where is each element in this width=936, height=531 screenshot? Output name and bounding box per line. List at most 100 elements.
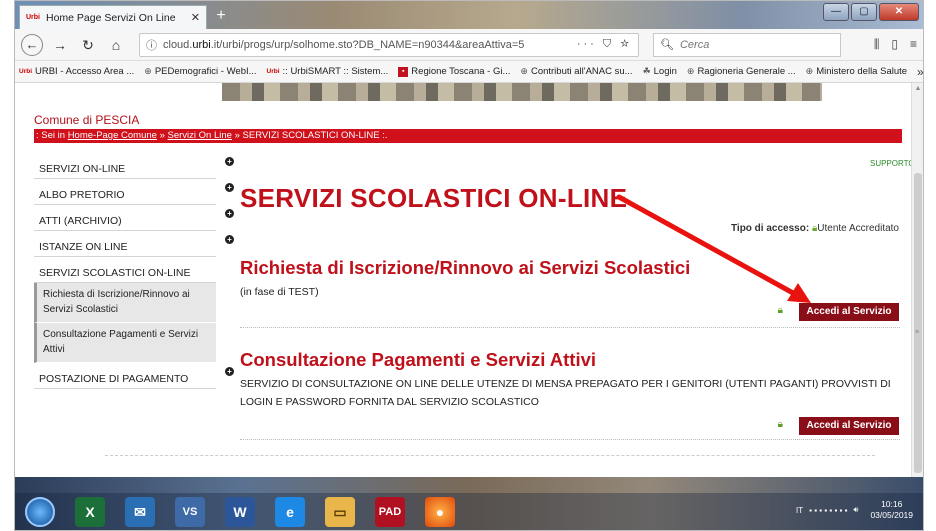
town-banner-image [222,83,822,101]
globe-icon: ⊕ [805,66,814,76]
search-icon: 🔍︎ [660,39,674,51]
internet-explorer-icon[interactable]: e [275,497,305,527]
access-type: Tipo di accesso: 🔒︎Utente Accreditato [730,223,899,234]
forward-button[interactable]: → [49,34,71,56]
login-icon: ☘ [642,66,651,76]
expand-icon[interactable]: + [225,235,234,244]
visual-studio-icon[interactable]: VS [175,497,205,527]
sidebar-item-servizi-on-line[interactable]: SERVIZI ON-LINE + [34,153,234,179]
volume-icon[interactable]: 🔊︎ [853,505,858,515]
page-scrollbar[interactable]: ▲ ≡ [911,83,923,477]
navigation-bar: ← → ↻ ⌂ ⓘ cloud.urbi.it/urbi/progs/urp/s… [15,29,923,61]
page-viewport: Comune di PESCIA : Sei in Home-Page Comu… [15,83,913,477]
sidebar-subitem-richiesta-iscrizione[interactable]: Richiesta di Iscrizione/Rinnovo ai Servi… [34,283,216,323]
reload-button[interactable]: ↻ [77,34,99,56]
excel-icon[interactable]: X [75,497,105,527]
site-info-icon[interactable]: ⓘ [146,37,157,53]
minimize-button[interactable]: — [823,3,849,21]
bookmark-urbi[interactable]: Urbi URBI - Accesso Area ... [19,66,134,77]
close-window-button[interactable]: ✕ [879,3,919,21]
scroll-up-icon[interactable]: ▲ [912,85,923,92]
pad-app-icon[interactable]: PAD [375,497,405,527]
toolbar-icons: ⫼ ▯ ≡ [874,37,917,52]
bookmark-anac[interactable]: ⊕ Contributi all'ANAC su... [520,66,632,77]
urbi-logo-icon: Urbi [19,68,32,75]
breadcrumb-servizi-link[interactable]: Servizi On Line [168,130,232,141]
globe-icon: ⊕ [686,66,695,76]
regione-toscana-icon: ▪ [398,66,409,77]
bookmark-regione-toscana[interactable]: ▪ Regione Toscana - Gi... [398,66,510,77]
sidebar-item-postazione-pagamento[interactable]: POSTAZIONE DI PAGAMENTO + [34,363,234,389]
sidebar-item-servizi-scolastici[interactable]: SERVIZI SCOLASTICI ON-LINE [34,257,216,283]
service-description-richiesta: (in fase di TEST) [240,286,319,298]
sidebar-item-atti-archivio[interactable]: ATTI (ARCHIVIO) + [34,205,234,231]
browser-tab[interactable]: Urbi Home Page Servizi On Line ✕ [19,5,207,29]
expand-icon[interactable]: + [225,367,234,376]
sidebar-subitem-consultazione-pagamenti[interactable]: Consultazione Pagamenti e Servizi Attivi [34,323,216,363]
bookmark-urbismart[interactable]: Urbi:: UrbiSMART :: Sistem... [267,66,389,77]
home-button[interactable]: ⌂ [105,34,127,56]
new-tab-button[interactable]: + [211,6,231,26]
expand-icon[interactable]: + [225,209,234,218]
service-description-consultazione: SERVIZIO DI CONSULTAZIONE ON LINE DELLE … [240,378,891,408]
file-explorer-icon[interactable]: ▭ [325,497,355,527]
lock-icon: 🔒︎ [777,419,783,430]
more-bookmarks-icon[interactable]: » [917,65,923,79]
firefox-icon[interactable]: ● [425,497,455,527]
menu-icon[interactable]: ≡ [910,37,917,52]
sidebar-item-istanze-on-line[interactable]: ISTANZE ON LINE + [34,231,234,257]
sidebar-item-albo-pretorio[interactable]: ALBO PRETORIO + [34,179,234,205]
scrollbar-grip-icon: ≡ [915,329,920,336]
service-title-consultazione[interactable]: Consultazione Pagamenti e Servizi Attivi [240,349,596,371]
breadcrumb: : Sei in Home-Page Comune » Servizi On L… [34,129,902,143]
maximize-button[interactable]: ▢ [851,3,877,21]
taskbar-strip: X ✉ VS W e ▭ PAD ● [15,493,923,530]
url-bar[interactable]: ⓘ cloud.urbi.it/urbi/progs/urp/solhome.s… [139,32,639,57]
expand-icon[interactable]: + [225,183,234,192]
search-placeholder: Cerca [679,38,710,51]
tray-icons[interactable]: ▪ ▪ ▪ ▪ ▪ ▪ ▪ ▪ [809,506,847,515]
globe-icon: ⊕ [520,66,528,76]
breadcrumb-home-link[interactable]: Home-Page Comune [68,130,157,141]
accedi-servizio-button[interactable]: Accedi al Servizio [799,303,899,321]
tab-bar: Urbi Home Page Servizi On Line ✕ + — ▢ ✕ [15,1,923,29]
library-icon[interactable]: ⫼ [874,37,880,52]
lock-icon: 🔒︎ [777,305,783,316]
bookmark-pedemografici[interactable]: ⊕ PEDemografici - WebI... [144,66,256,77]
service-title-richiesta[interactable]: Richiesta di Iscrizione/Rinnovo ai Servi… [240,257,690,279]
bookmark-login[interactable]: ☘ Login [643,66,677,77]
accedi-servizio-button[interactable]: Accedi al Servizio [799,417,899,435]
page-actions-icon[interactable]: ··· ⛉ ☆ [577,38,632,51]
back-button[interactable]: ← [21,33,43,56]
tab-title: Home Page Servizi On Line [46,11,176,24]
scrollbar-thumb[interactable] [914,173,922,473]
bookmark-ragioneria[interactable]: ⊕ Ragioneria Generale ... [687,66,796,77]
globe-icon: ⊕ [144,66,152,76]
close-tab-icon[interactable]: ✕ [191,11,200,24]
start-button[interactable] [25,497,55,527]
urbi-favicon-icon: Urbi [26,14,40,21]
footer-divider [105,455,875,456]
bookmarks-bar: Urbi URBI - Accesso Area ... ⊕ PEDemografi… [15,61,923,83]
divider [240,327,900,328]
supporto-link[interactable]: SUPPORTO [870,159,913,168]
comune-name: Comune di PESCIA [34,113,140,127]
sidebar-menu: SERVIZI ON-LINE + ALBO PRETORIO + ATTI (… [34,153,234,389]
url-text[interactable]: cloud.urbi.it/urbi/progs/urp/solhome.sto… [163,39,571,51]
language-indicator[interactable]: IT [796,506,803,515]
system-tray: IT ▪ ▪ ▪ ▪ ▪ ▪ ▪ ▪ 🔊︎ 10:16 03/05/2019 [796,499,913,521]
windows-taskbar: X ✉ VS W e ▭ PAD ● IT ▪ ▪ ▪ ▪ ▪ ▪ ▪ ▪ 🔊︎… [15,477,923,530]
word-icon[interactable]: W [225,497,255,527]
urbi-logo-icon: Urbi [266,68,280,75]
browser-window: Urbi Home Page Servizi On Line ✕ + — ▢ ✕… [14,0,924,531]
thunderbird-icon[interactable]: ✉ [125,497,155,527]
page-title: SERVIZI SCOLASTICI ON-LINE [240,183,628,213]
clock[interactable]: 10:16 03/05/2019 [870,499,913,521]
expand-icon[interactable]: + [225,157,234,166]
search-bar[interactable]: 🔍︎ Cerca [653,32,841,57]
divider [240,439,900,440]
bookmark-ministero-salute[interactable]: ⊕ Ministero della Salute [806,66,907,77]
breadcrumb-current: SERVIZI SCOLASTICI ON-LINE :. [242,130,388,141]
window-controls: — ▢ ✕ [823,3,919,21]
sidebar-toggle-icon[interactable]: ▯ [891,37,898,52]
